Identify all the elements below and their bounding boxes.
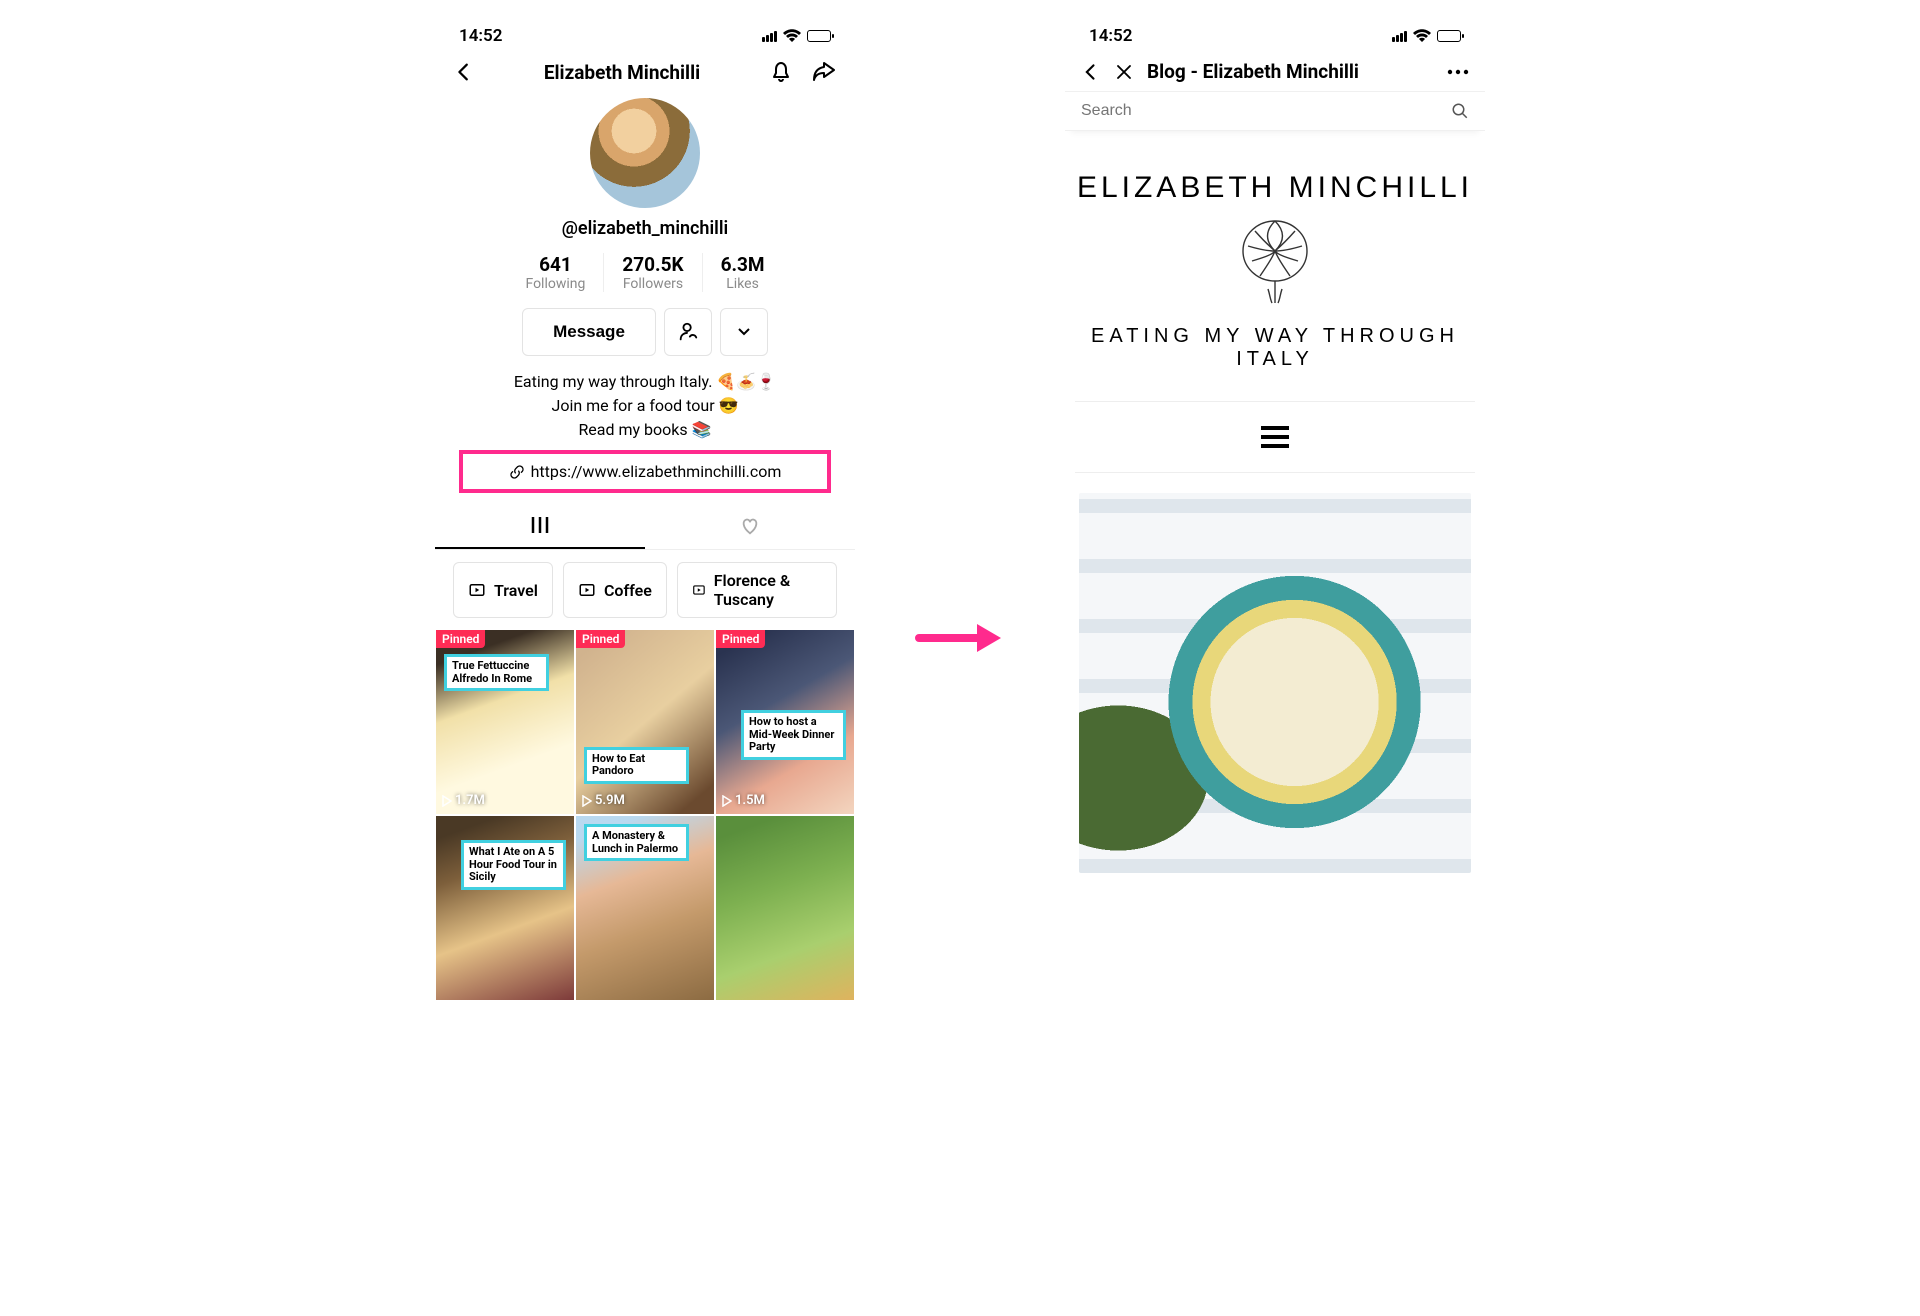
artichoke-icon <box>1230 211 1320 311</box>
annotation-arrow <box>915 620 1005 660</box>
pinned-badge: Pinned <box>716 630 765 648</box>
link-icon <box>509 464 525 480</box>
avatar[interactable] <box>590 98 700 208</box>
share-icon[interactable] <box>811 60 837 84</box>
browser-title: Blog - Elizabeth Minchilli <box>1147 60 1433 83</box>
playlist-row: Travel Coffee Florence & Tuscany <box>435 550 855 630</box>
search-icon[interactable] <box>1451 102 1469 120</box>
stat-followers[interactable]: 270.5K Followers <box>604 253 702 292</box>
following-count: 641 <box>525 253 585 276</box>
pinned-badge: Pinned <box>436 630 485 648</box>
wifi-icon <box>1413 29 1431 43</box>
bio-line-2: Join me for a food tour 😎 <box>435 394 855 418</box>
divider <box>1075 472 1475 473</box>
playlist-label: Coffee <box>604 581 652 600</box>
play-icon <box>442 795 452 807</box>
status-time: 14:52 <box>459 26 502 46</box>
add-friend-button[interactable] <box>664 308 712 356</box>
play-icon <box>722 795 732 807</box>
username: @elizabeth_minchilli <box>435 218 855 239</box>
back-icon[interactable] <box>453 61 475 83</box>
bio-line-3: Read my books 📚 <box>435 418 855 442</box>
more-icon[interactable] <box>1447 69 1469 75</box>
video-tile[interactable] <box>716 816 854 1000</box>
tab-liked[interactable] <box>645 503 855 549</box>
video-tile[interactable]: A Monastery & Lunch in Palermo <box>576 816 714 1000</box>
status-bar: 14:52 <box>1065 20 1485 52</box>
video-caption: How to Eat Pandoro <box>584 747 689 784</box>
arrow-icon <box>915 620 1005 656</box>
grid-icon <box>530 515 550 535</box>
bio-link-text: https://www.elizabethminchilli.com <box>531 462 782 481</box>
video-views: 5.9M <box>582 793 625 808</box>
playlist-icon <box>468 581 486 599</box>
playlist-label: Florence & Tuscany <box>714 571 822 609</box>
video-tile[interactable]: Pinned True Fettuccine Alfredo In Rome 1… <box>436 630 574 814</box>
page-title: Elizabeth Minchilli <box>544 61 700 84</box>
video-caption: How to host a Mid-Week Dinner Party <box>741 710 846 760</box>
video-views: 1.5M <box>722 793 765 808</box>
video-tile[interactable]: Pinned How to Eat Pandoro 5.9M <box>576 630 714 814</box>
video-grid: Pinned True Fettuccine Alfredo In Rome 1… <box>435 630 855 1000</box>
stat-likes[interactable]: 6.3M Likes <box>703 253 783 292</box>
playlist-label: Travel <box>494 581 538 600</box>
bio: Eating my way through Italy. 🍕🍝🍷 Join me… <box>435 370 855 442</box>
playlist-coffee[interactable]: Coffee <box>563 562 667 618</box>
playlist-icon <box>692 581 706 599</box>
followers-count: 270.5K <box>622 253 683 276</box>
content-tabs <box>435 503 855 550</box>
add-friend-icon <box>677 321 699 343</box>
back-icon[interactable] <box>1081 62 1101 82</box>
status-icons <box>762 29 831 43</box>
battery-icon <box>807 30 831 42</box>
message-button[interactable]: Message <box>522 308 656 356</box>
likes-label: Likes <box>721 276 765 292</box>
video-views: 1.7M <box>442 793 485 808</box>
likes-count: 6.3M <box>721 253 765 276</box>
bio-link-highlight[interactable]: https://www.elizabethminchilli.com <box>459 450 831 493</box>
playlist-florence[interactable]: Florence & Tuscany <box>677 562 837 618</box>
play-icon <box>582 795 592 807</box>
chevron-down-icon <box>738 328 750 336</box>
bell-icon[interactable] <box>769 60 793 84</box>
stat-following[interactable]: 641 Following <box>507 253 604 292</box>
burger-icon <box>1261 426 1289 430</box>
stats-row: 641 Following 270.5K Followers 6.3M Like… <box>435 253 855 292</box>
menu-button[interactable] <box>1065 402 1485 472</box>
logo-tagline: EATING MY WAY THROUGH ITALY <box>1075 325 1475 371</box>
signal-icon <box>762 31 777 42</box>
pinned-badge: Pinned <box>576 630 625 648</box>
video-tile[interactable]: Pinned How to host a Mid-Week Dinner Par… <box>716 630 854 814</box>
signal-icon <box>1392 31 1407 42</box>
status-icons <box>1392 29 1461 43</box>
playlist-travel[interactable]: Travel <box>453 562 553 618</box>
search-input[interactable] <box>1081 102 1451 120</box>
browser-header: Blog - Elizabeth Minchilli <box>1065 52 1485 91</box>
wifi-icon <box>783 29 801 43</box>
dropdown-button[interactable] <box>720 308 768 356</box>
heart-icon <box>739 515 761 537</box>
profile-header: Elizabeth Minchilli <box>435 52 855 92</box>
blog-featured-image[interactable] <box>1079 493 1471 873</box>
tiktok-profile-screen: 14:52 Elizabeth Minchilli @elizabeth_min… <box>435 20 855 1000</box>
status-bar: 14:52 <box>435 20 855 52</box>
blog-browser-screen: 14:52 Blog - Elizabeth Minchilli ELIZABE… <box>1065 20 1485 873</box>
search-bar[interactable] <box>1065 91 1485 131</box>
logo-name: ELIZABETH MINCHILLI <box>1075 171 1475 205</box>
close-icon[interactable] <box>1115 63 1133 81</box>
following-label: Following <box>525 276 585 292</box>
status-time: 14:52 <box>1089 26 1132 46</box>
followers-label: Followers <box>622 276 683 292</box>
battery-icon <box>1437 30 1461 42</box>
video-tile[interactable]: What I Ate on A 5 Hour Food Tour in Sici… <box>436 816 574 1000</box>
video-caption: A Monastery & Lunch in Palermo <box>584 824 689 861</box>
video-caption: True Fettuccine Alfredo In Rome <box>444 654 549 691</box>
playlist-icon <box>578 581 596 599</box>
site-logo: ELIZABETH MINCHILLI EATING MY WAY THROUG… <box>1065 131 1485 401</box>
video-caption: What I Ate on A 5 Hour Food Tour in Sici… <box>461 840 566 890</box>
bio-line-1: Eating my way through Italy. 🍕🍝🍷 <box>435 370 855 394</box>
action-row: Message <box>435 308 855 356</box>
tab-videos[interactable] <box>435 503 645 549</box>
